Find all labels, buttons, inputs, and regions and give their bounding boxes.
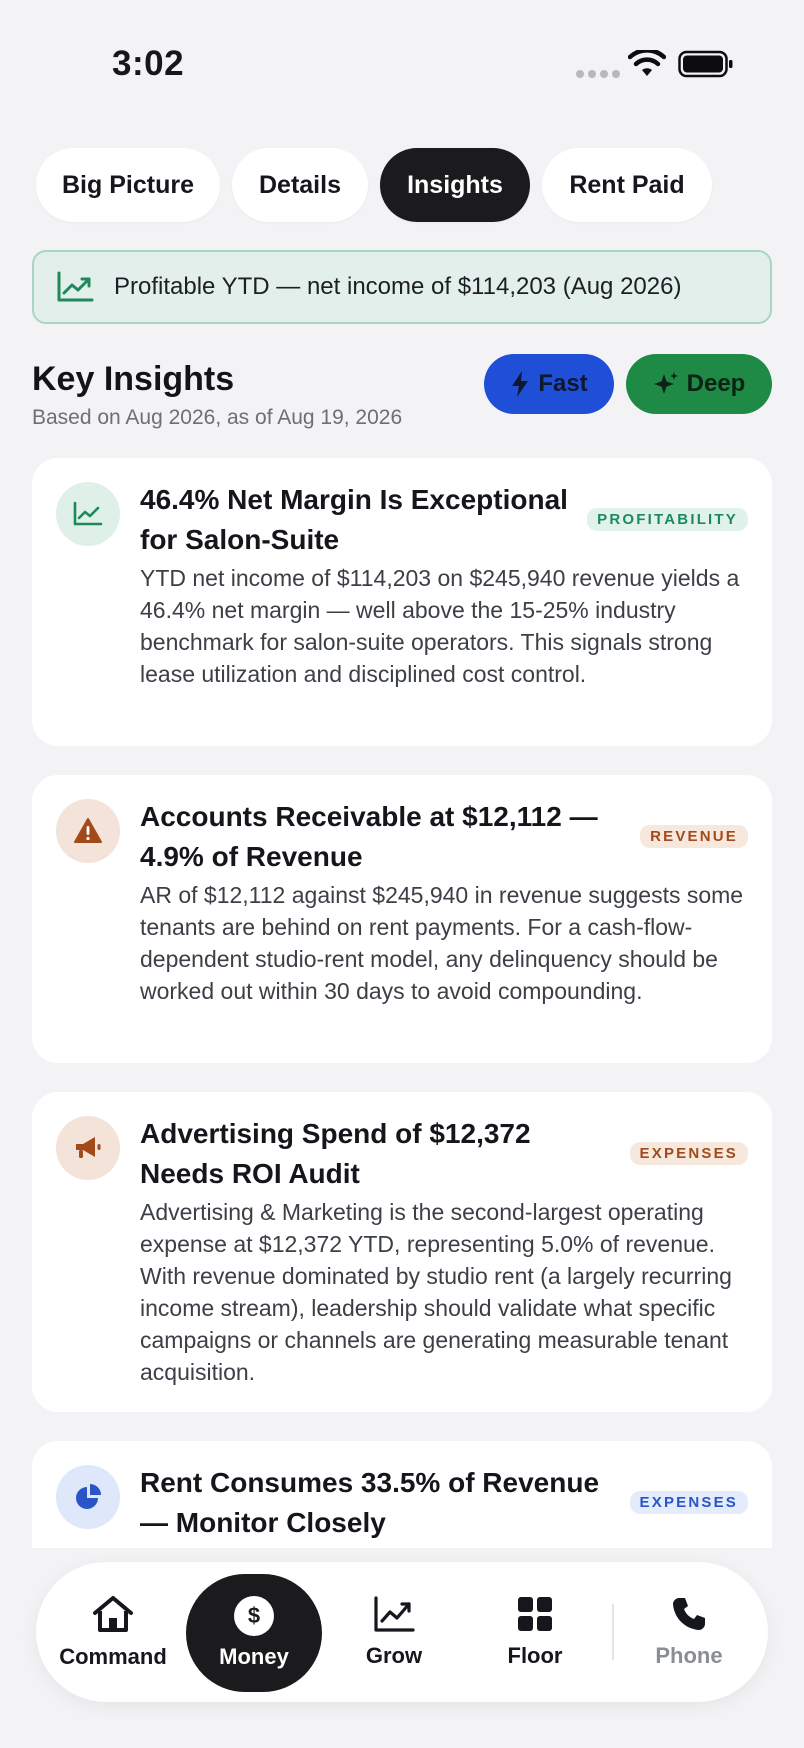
pie-chart-icon (56, 1465, 120, 1529)
nav-item-floor[interactable]: Floor (470, 1562, 600, 1702)
fast-button[interactable]: Fast (484, 354, 614, 414)
profit-banner: Profitable YTD — net income of $114,203 … (32, 250, 772, 324)
card-title: 46.4% Net Margin Is Exceptional for Salo… (140, 484, 568, 555)
card-title: Advertising Spend of $12,372 Needs ROI A… (140, 1118, 531, 1189)
segment-tabs: Big Picture Details Insights Rent Paid (36, 148, 712, 222)
nav-label: Grow (365, 1643, 423, 1668)
fast-button-label: Fast (538, 370, 588, 397)
nav-item-grow[interactable]: Grow (329, 1562, 459, 1702)
sparkle-icon (653, 372, 678, 394)
deep-button[interactable]: Deep (626, 354, 772, 414)
battery-icon (678, 50, 733, 78)
nav-item-money[interactable]: $ Money (186, 1574, 322, 1692)
nav-label: Money (219, 1644, 289, 1669)
grid-icon (518, 1597, 552, 1631)
megaphone-icon (56, 1116, 120, 1180)
card-body: YTD net income of $114,203 on $245,940 r… (140, 565, 740, 687)
chart-line-icon (374, 1596, 415, 1632)
tab-rent-paid[interactable]: Rent Paid (542, 148, 712, 222)
section-title: Key Insights (32, 360, 235, 398)
tab-big-picture[interactable]: Big Picture (36, 148, 220, 222)
category-badge: EXPENSES (629, 1142, 748, 1165)
deep-button-label: Deep (686, 370, 746, 397)
category-badge: PROFITABILITY (587, 508, 748, 531)
nav-label: Command (59, 1644, 167, 1669)
card-title: Accounts Receivable at $12,112 — 4.9% of… (140, 801, 598, 872)
nav-label: Floor (507, 1643, 563, 1668)
warning-icon (56, 799, 120, 863)
wifi-icon (628, 50, 666, 76)
lightning-icon (512, 371, 529, 397)
card-body: AR of $12,112 against $245,940 in revenu… (140, 882, 744, 1004)
chart-line-icon (56, 482, 120, 546)
nav-label: Phone (655, 1643, 723, 1668)
tab-insights[interactable]: Insights (380, 148, 530, 222)
insight-card-net-margin[interactable]: 46.4% Net Margin Is Exceptional for Salo… (32, 458, 772, 746)
bottom-nav: Command $ Money Grow Floor Phone (36, 1562, 768, 1702)
cellular-signal-icon (576, 70, 620, 78)
category-badge: REVENUE (640, 825, 748, 848)
phone-icon (673, 1598, 705, 1630)
nav-item-command[interactable]: Command (48, 1562, 178, 1702)
dollar-icon: $ (234, 1596, 274, 1636)
home-icon (93, 1596, 133, 1632)
insight-card-accounts-receivable[interactable]: Accounts Receivable at $12,112 — 4.9% of… (32, 775, 772, 1063)
banner-text: Profitable YTD — net income of $114,203 … (114, 273, 682, 300)
status-bar: 3:02 (0, 0, 804, 130)
card-body: Advertising & Marketing is the second-la… (140, 1199, 732, 1385)
tab-details[interactable]: Details (232, 148, 368, 222)
category-badge: EXPENSES (629, 1491, 748, 1514)
nav-divider (612, 1604, 614, 1660)
status-time: 3:02 (112, 44, 185, 83)
nav-item-phone[interactable]: Phone (624, 1562, 754, 1702)
insight-card-advertising-spend[interactable]: Advertising Spend of $12,372 Needs ROI A… (32, 1092, 772, 1412)
card-title: Rent Consumes 33.5% of Revenue — Monitor… (140, 1467, 600, 1538)
trend-up-icon (57, 271, 94, 302)
section-subtitle: Based on Aug 2026, as of Aug 19, 2026 (32, 406, 403, 429)
